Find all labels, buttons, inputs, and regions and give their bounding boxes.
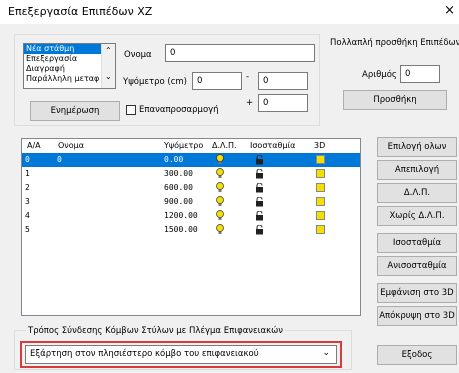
show-3d-checkbox[interactable] — [316, 197, 325, 206]
bulb-icon[interactable] — [215, 154, 225, 165]
plus-input[interactable]: 0 — [258, 94, 308, 112]
col-dlp[interactable]: Δ.Λ.Π. — [212, 141, 237, 150]
bulb-icon[interactable] — [215, 196, 225, 207]
hide-3d-button[interactable]: Απόκρυψη στο 3D — [377, 306, 457, 326]
col-3d[interactable]: 3D — [314, 141, 325, 150]
cell-name: 0 — [57, 155, 62, 164]
table-row[interactable]: 0 0 0.00 — [22, 153, 360, 167]
bulb-icon[interactable] — [215, 210, 225, 221]
window-title: Επεξεργασία Επιπέδων ΧΖ — [8, 5, 153, 18]
col-isostathmia[interactable]: Ισοσταθμία — [250, 141, 295, 150]
cell-aa: 1 — [25, 169, 30, 178]
col-name[interactable]: Ονομα — [58, 141, 84, 150]
lock-icon[interactable] — [255, 225, 264, 235]
no-dlp-button[interactable]: Χωρίς Δ.Λ.Π. — [377, 206, 457, 226]
bulb-icon[interactable] — [215, 168, 225, 179]
table-row[interactable]: 5 1500.00 — [22, 223, 360, 237]
dlp-button[interactable]: Δ.Λ.Π. — [377, 183, 457, 203]
scroll-up-icon[interactable]: ⌃ — [105, 46, 112, 55]
lock-icon[interactable] — [255, 169, 264, 179]
cell-height: 1500.00 — [164, 225, 198, 234]
table-row[interactable]: 2 600.00 — [22, 181, 360, 195]
cell-height: 300.00 — [164, 169, 193, 178]
connection-title: Τρόπος Σύνδεσης Κόμβων Στύλων με Πλέγμα … — [26, 326, 286, 336]
cell-height: 900.00 — [164, 197, 193, 206]
level-equal-button[interactable]: Ισοσταθμία — [377, 233, 457, 253]
minus-label: - — [246, 72, 250, 82]
name-label: Ονομα — [124, 50, 152, 60]
close-icon[interactable]: × — [444, 3, 455, 18]
height-label: Υψόμετρο (cm) — [123, 77, 188, 87]
lock-icon[interactable] — [255, 183, 264, 193]
show-3d-checkbox[interactable] — [316, 155, 325, 164]
readjust-checkbox[interactable] — [126, 105, 136, 115]
lock-icon[interactable] — [255, 197, 264, 207]
cell-aa: 3 — [25, 197, 30, 206]
connection-select[interactable]: Εξάρτηση στον πλησιέστερο κόμβο του επιφ… — [25, 345, 337, 364]
listbox-scrollbar[interactable]: ⌃ ⌄ — [101, 44, 115, 88]
count-label: Αριθμός — [362, 70, 397, 80]
deselect-button[interactable]: Απεπιλογή — [377, 160, 457, 180]
exit-button[interactable]: Εξοδος — [377, 345, 457, 365]
chevron-down-icon[interactable]: ⌄ — [322, 348, 330, 358]
show-3d-checkbox[interactable] — [316, 211, 325, 220]
readjust-label: Επαναπροσαρμογή — [139, 105, 219, 115]
table-row[interactable]: 4 1200.00 — [22, 209, 360, 223]
cell-height: 600.00 — [164, 183, 193, 192]
bulb-icon[interactable] — [215, 182, 225, 193]
cell-height: 1200.00 — [164, 211, 198, 220]
mode-listbox[interactable]: Νέα στάθμη Επεξεργασία Διαγραφή Παράλληλ… — [23, 43, 116, 89]
cell-height: 0.00 — [164, 155, 184, 164]
lock-icon[interactable] — [255, 155, 264, 165]
show-3d-checkbox[interactable] — [316, 183, 325, 192]
col-aa[interactable]: Α/Α — [27, 141, 41, 150]
show-3d-checkbox[interactable] — [316, 169, 325, 178]
cell-aa: 4 — [25, 211, 30, 220]
cell-aa: 2 — [25, 183, 30, 192]
col-height[interactable]: Υψόμετρο — [164, 141, 203, 150]
connection-value: Εξάρτηση στον πλησιέστερο κόμβο του επιφ… — [30, 349, 259, 359]
count-input[interactable]: 0 — [400, 65, 440, 83]
level-unequal-button[interactable]: Ανισοσταθμία — [377, 256, 457, 276]
levels-table: Α/Α Ονομα Υψόμετρο Δ.Λ.Π. Ισοσταθμία 3D … — [21, 138, 361, 316]
table-row[interactable]: 3 900.00 — [22, 195, 360, 209]
name-input[interactable]: 0 — [165, 44, 315, 62]
height-input[interactable]: 0 — [192, 72, 242, 90]
title-bar: Επεξεργασία Επιπέδων ΧΖ × — [0, 0, 459, 24]
update-button[interactable]: Ενημέρωση — [30, 101, 120, 121]
lock-icon[interactable] — [255, 211, 264, 221]
select-all-button[interactable]: Επιλογή ολων — [377, 137, 457, 157]
bulb-icon[interactable] — [215, 224, 225, 235]
multi-add-title: Πολλαπλή προσθήκη Επιπέδων — [330, 38, 459, 48]
table-row[interactable]: 1 300.00 — [22, 167, 360, 181]
add-button[interactable]: Προσθήκη — [343, 90, 447, 110]
cell-aa: 5 — [25, 225, 30, 234]
show-3d-button[interactable]: Εμφάνιση στο 3D — [377, 283, 457, 303]
minus-input[interactable]: 0 — [258, 72, 308, 90]
cell-aa: 0 — [25, 155, 30, 164]
table-header: Α/Α Ονομα Υψόμετρο Δ.Λ.Π. Ισοσταθμία 3D — [22, 139, 360, 153]
plus-label: + — [246, 98, 254, 108]
scroll-down-icon[interactable]: ⌄ — [105, 72, 112, 81]
show-3d-checkbox[interactable] — [316, 225, 325, 234]
level-editor-window: Επεξεργασία Επιπέδων ΧΖ × Νέα στάθμη Επε… — [0, 0, 459, 373]
